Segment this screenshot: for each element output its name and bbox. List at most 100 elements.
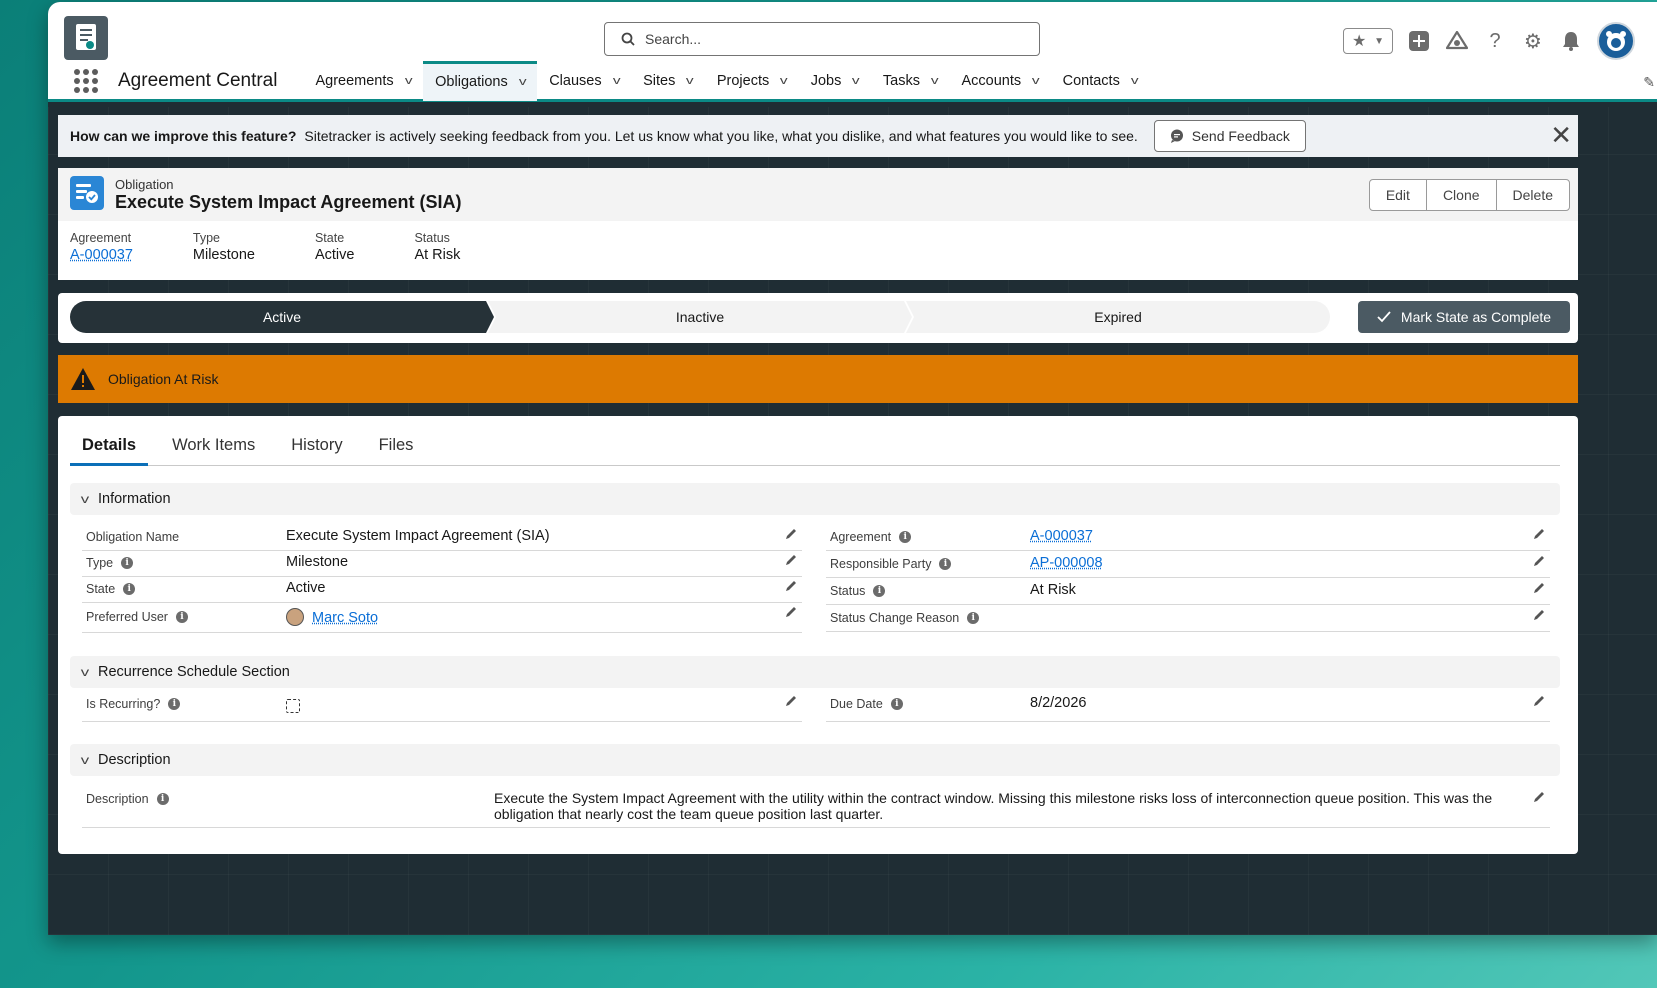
pencil-icon[interactable] bbox=[1532, 790, 1546, 808]
checkmark-icon bbox=[1377, 311, 1391, 323]
at-risk-alert: Obligation At Risk bbox=[58, 355, 1578, 403]
pencil-icon[interactable] bbox=[1532, 527, 1546, 545]
caret-down-icon: ▼ bbox=[1374, 35, 1385, 47]
tab-files[interactable]: Files bbox=[367, 430, 426, 466]
user-avatar-icon bbox=[1606, 31, 1626, 51]
nav-item-tasks[interactable]: Tasks v bbox=[871, 61, 950, 101]
nav-item-obligations[interactable]: Obligations v bbox=[423, 60, 538, 101]
chevron-down-icon[interactable]: v bbox=[405, 75, 413, 87]
global-actions-icon[interactable] bbox=[1407, 29, 1431, 53]
app-navigation: Agreement Central Agreements v Obligation… bbox=[48, 60, 1657, 102]
field-preferred-user: Preferred User i Marc Soto bbox=[82, 602, 802, 633]
highlights-panel: Agreement A-000037 Type Milestone State … bbox=[58, 221, 1578, 263]
nav-item-accounts[interactable]: Accounts v bbox=[949, 61, 1050, 101]
obligation-record-icon bbox=[70, 176, 104, 210]
info-icon[interactable]: i bbox=[939, 558, 952, 570]
responsible-party-link[interactable]: AP-000008 bbox=[1030, 555, 1103, 571]
record-header: Obligation Execute System Impact Agreeme… bbox=[58, 168, 1578, 280]
pencil-icon[interactable] bbox=[1532, 581, 1546, 599]
user-photo bbox=[286, 608, 304, 626]
tab-details[interactable]: Details bbox=[70, 430, 149, 466]
info-icon[interactable]: i bbox=[175, 611, 188, 623]
field-status-change-reason: Status Change Reason i bbox=[826, 605, 1550, 632]
field-obligation-name: Obligation Name Execute System Impact Ag… bbox=[82, 524, 802, 551]
chevron-down-icon[interactable]: v bbox=[931, 75, 939, 87]
user-avatar[interactable] bbox=[1597, 22, 1635, 60]
info-icon[interactable]: i bbox=[121, 557, 134, 569]
field-due-date: Due Date i 8/2/2026 bbox=[826, 689, 1550, 722]
state-path-panel: Active Inactive Expired Mark State as Co… bbox=[58, 293, 1578, 343]
gear-icon[interactable]: ⚙ bbox=[1521, 29, 1545, 53]
path-stage-inactive[interactable]: Inactive bbox=[488, 301, 912, 333]
agreement-field-link[interactable]: A-000037 bbox=[1030, 528, 1093, 544]
edit-nav-pencil-icon[interactable]: ✎ bbox=[1643, 74, 1655, 91]
chevron-down-icon[interactable]: v bbox=[1131, 75, 1139, 87]
nav-item-projects[interactable]: Projects v bbox=[705, 61, 799, 101]
nav-item-sites[interactable]: Sites v bbox=[631, 61, 705, 101]
pencil-icon[interactable] bbox=[784, 527, 798, 545]
send-feedback-button[interactable]: Send Feedback bbox=[1153, 120, 1306, 152]
info-icon[interactable]: i bbox=[168, 698, 181, 710]
field-state: State i Active bbox=[82, 576, 802, 603]
global-search-input[interactable]: Search... bbox=[604, 22, 1040, 56]
help-icon[interactable]: ? bbox=[1483, 29, 1507, 53]
app-name: Agreement Central bbox=[118, 69, 278, 91]
section-description[interactable]: v Description bbox=[70, 744, 1560, 776]
path-stage-expired[interactable]: Expired bbox=[906, 301, 1330, 333]
trailhead-icon[interactable] bbox=[1445, 29, 1469, 53]
pencil-icon[interactable] bbox=[1532, 554, 1546, 572]
info-icon[interactable]: i bbox=[890, 698, 903, 710]
field-status: Status i At Risk bbox=[826, 578, 1550, 605]
chevron-down-icon[interactable]: v bbox=[519, 76, 527, 88]
info-icon[interactable]: i bbox=[899, 531, 912, 543]
nav-item-contacts[interactable]: Contacts v bbox=[1051, 61, 1150, 101]
delete-button[interactable]: Delete bbox=[1495, 179, 1570, 211]
preferred-user-link[interactable]: Marc Soto bbox=[312, 610, 378, 626]
nav-item-agreements[interactable]: Agreements v bbox=[303, 61, 423, 101]
favorites-button[interactable]: ★ ▼ bbox=[1343, 28, 1393, 54]
tab-work-items[interactable]: Work Items bbox=[160, 430, 267, 466]
pencil-icon[interactable] bbox=[784, 694, 798, 712]
app-logo[interactable] bbox=[64, 16, 108, 60]
warning-icon bbox=[71, 368, 95, 390]
info-icon[interactable]: i bbox=[156, 793, 169, 805]
close-icon[interactable]: ✕ bbox=[1550, 122, 1572, 148]
search-icon bbox=[621, 32, 635, 46]
field-description: Description i Execute the System Impact A… bbox=[82, 786, 1550, 828]
nav-item-clauses[interactable]: Clauses v bbox=[537, 61, 631, 101]
chevron-down-icon[interactable]: v bbox=[852, 75, 860, 87]
chevron-down-icon: v bbox=[80, 492, 90, 506]
chevron-down-icon[interactable]: v bbox=[1032, 75, 1040, 87]
section-recurrence-schedule[interactable]: v Recurrence Schedule Section bbox=[70, 656, 1560, 688]
edit-button[interactable]: Edit bbox=[1368, 179, 1427, 211]
pencil-icon[interactable] bbox=[1532, 694, 1546, 712]
record-type-label: Obligation bbox=[115, 177, 174, 192]
agreement-link[interactable]: A-000037 bbox=[70, 247, 133, 263]
info-icon[interactable]: i bbox=[967, 612, 980, 624]
pencil-icon[interactable] bbox=[1532, 608, 1546, 626]
record-title-bar: Obligation Execute System Impact Agreeme… bbox=[58, 168, 1578, 221]
info-icon[interactable]: i bbox=[873, 585, 886, 597]
chevron-down-icon[interactable]: v bbox=[612, 75, 620, 87]
app-window: Search... ★ ▼ ? ⚙ Agreement Central Agre… bbox=[48, 2, 1657, 935]
is-recurring-checkbox[interactable] bbox=[286, 699, 300, 713]
nav-item-jobs[interactable]: Jobs v bbox=[799, 61, 871, 101]
clone-button[interactable]: Clone bbox=[1425, 179, 1497, 211]
record-actions: Edit Clone Delete bbox=[1368, 179, 1570, 211]
star-icon: ★ bbox=[1351, 33, 1367, 50]
pencil-icon[interactable] bbox=[784, 605, 798, 623]
section-information[interactable]: v Information bbox=[70, 483, 1560, 515]
mark-state-complete-button[interactable]: Mark State as Complete bbox=[1358, 301, 1570, 333]
document-icon bbox=[76, 24, 96, 50]
app-launcher-icon[interactable] bbox=[74, 68, 98, 93]
record-tabs: Details Work Items History Files bbox=[70, 430, 1560, 466]
info-icon[interactable]: i bbox=[123, 583, 136, 595]
bell-icon[interactable] bbox=[1559, 29, 1583, 53]
path-stage-active[interactable]: Active bbox=[70, 301, 494, 333]
chevron-down-icon[interactable]: v bbox=[780, 75, 788, 87]
highlight-type: Type Milestone bbox=[192, 231, 255, 263]
pencil-icon[interactable] bbox=[784, 579, 798, 597]
chevron-down-icon[interactable]: v bbox=[686, 75, 694, 87]
tab-history[interactable]: History bbox=[279, 430, 354, 466]
pencil-icon[interactable] bbox=[784, 553, 798, 571]
